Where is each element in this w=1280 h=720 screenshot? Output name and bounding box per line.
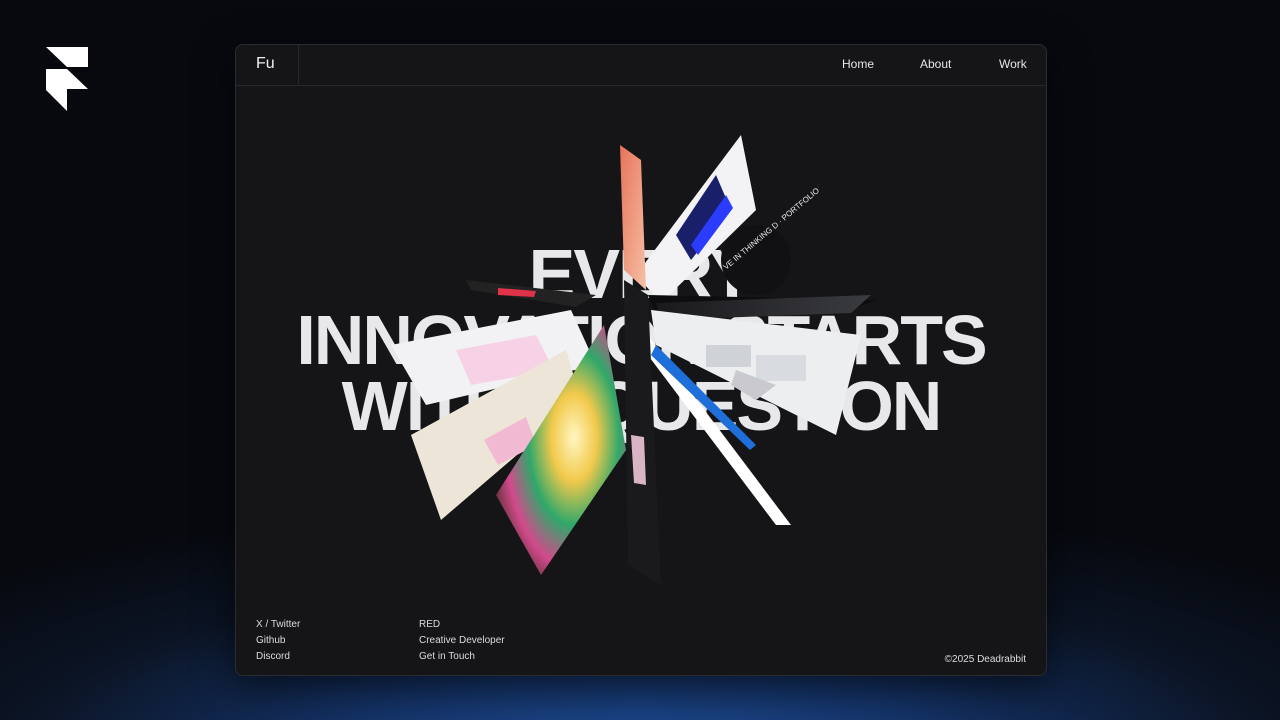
framer-logo-icon: [46, 47, 88, 111]
footer-social-links: X / Twitter Github Discord: [256, 617, 300, 665]
card-red[interactable]: [466, 280, 596, 307]
copyright-text: ©2025 Deadrabbit: [944, 654, 1026, 665]
card-peach[interactable]: [620, 145, 646, 290]
footer-name: RED: [419, 619, 441, 630]
get-in-touch-link[interactable]: Get in Touch: [419, 649, 505, 665]
discord-link[interactable]: Discord: [256, 649, 300, 665]
browser-window: Fu Home About Work EVERY INNOVATION STAR…: [235, 44, 1047, 676]
project-cards-fan[interactable]: VE IN THINKING D · PORTFOLIO: [236, 45, 1046, 675]
footer-role: Creative Developer: [419, 635, 505, 646]
footer-info: RED Creative Developer Get in Touch: [419, 617, 505, 665]
github-link[interactable]: Github: [256, 633, 300, 649]
twitter-link[interactable]: X / Twitter: [256, 617, 300, 633]
